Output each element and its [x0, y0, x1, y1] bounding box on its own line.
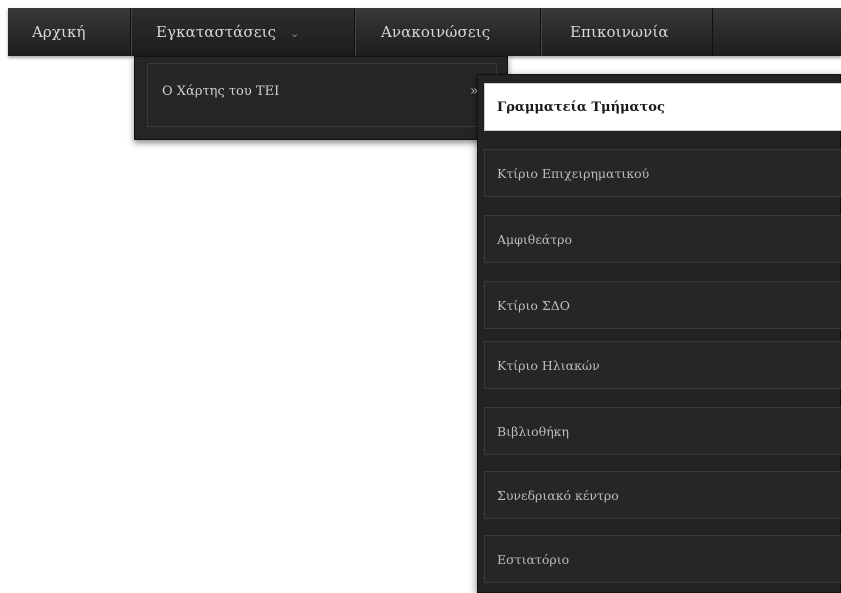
submenu-item-label: Γραμματεία Τμήματος — [497, 99, 665, 115]
submenu-item-conference-center[interactable]: Συνεδριακό κέντρο — [484, 471, 841, 519]
submenu-item-department-secretariat[interactable]: Γραμματεία Τμήματος — [484, 83, 841, 131]
submenu-item-label: Αμφιθεάτρο — [497, 231, 573, 247]
menu-item-label: Επικοινωνία — [570, 23, 669, 41]
dropdown-item-label: Ο Χάρτης του ΤΕΙ — [162, 84, 280, 99]
submenu-item-label: Συνεδριακό κέντρο — [497, 487, 619, 503]
submenu-item-label: Κτίριο ΣΔΟ — [497, 297, 571, 313]
menu-item-home[interactable]: Αρχική — [8, 8, 131, 56]
submenu-item-label: Εστιατόριο — [497, 551, 570, 567]
submenu-item-amphitheatre[interactable]: Αμφιθεάτρο — [484, 215, 841, 263]
menu-item-label: Αρχική — [32, 23, 86, 41]
submenu-item-restaurant[interactable]: Εστιατόριο — [484, 535, 841, 583]
submenu-item-label: Βιβλιοθήκη — [497, 423, 569, 439]
submenu-item-sdo-building[interactable]: Κτίριο ΣΔΟ — [484, 281, 841, 329]
menu-item-label: Ανακοινώσεις — [381, 23, 491, 41]
installations-dropdown: Ο Χάρτης του ΤΕΙ » — [134, 56, 508, 140]
menu-item-contact[interactable]: Επικοινωνία — [541, 8, 713, 56]
menu-item-announcements[interactable]: Ανακοινώσεις — [355, 8, 541, 56]
menu-item-label: Εγκαταστάσεις — [156, 23, 277, 41]
submenu-item-label: Κτίριο Επιχειρηματικού — [497, 165, 650, 181]
submenu-item-business-building[interactable]: Κτίριο Επιχειρηματικού — [484, 149, 841, 197]
submenu-item-library[interactable]: Βιβλιοθήκη — [484, 407, 841, 455]
campus-map-submenu: Γραμματεία Τμήματος Κτίριο Επιχειρηματικ… — [477, 74, 841, 593]
submenu-item-label: Κτίριο Ηλιακών — [497, 357, 600, 373]
page: Αρχική Εγκαταστάσεις ⌄ Ανακοινώσεις Επικ… — [0, 0, 841, 593]
main-menu-bar: Αρχική Εγκαταστάσεις ⌄ Ανακοινώσεις Επικ… — [8, 8, 841, 56]
dropdown-item-campus-map[interactable]: Ο Χάρτης του ΤΕΙ » — [147, 63, 497, 127]
submenu-item-solar-building[interactable]: Κτίριο Ηλιακών — [484, 341, 841, 389]
menu-item-installations[interactable]: Εγκαταστάσεις ⌄ — [131, 8, 355, 56]
chevron-down-icon: ⌄ — [290, 26, 300, 40]
